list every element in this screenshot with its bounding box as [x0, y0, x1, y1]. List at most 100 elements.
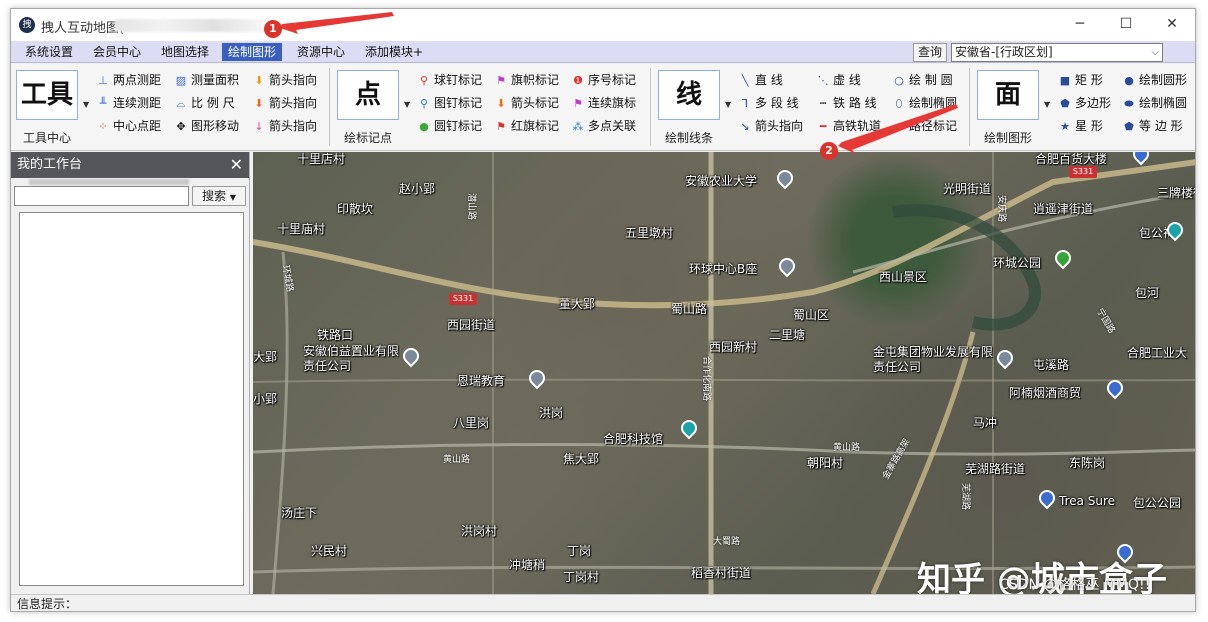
search-button[interactable]: 搜索 ▼	[192, 186, 246, 206]
numbered-circle-icon: ❶	[573, 74, 583, 87]
path-icon: ⤳	[894, 120, 904, 133]
area-icon: ▨	[175, 74, 187, 87]
straight-line-tool[interactable]: ╲ 直 线	[737, 71, 783, 89]
draw-point-button[interactable]: 点	[337, 70, 399, 120]
map-label: 逍遥津街道	[1033, 202, 1094, 216]
map-label: 合肥百货大楼	[1035, 152, 1108, 166]
draw-circle-line-tool[interactable]: ○ 绘 制 圆	[891, 71, 952, 89]
dropdown-arrow-icon[interactable]: ▼	[83, 100, 89, 109]
red-flag-marker-tool[interactable]: ⚑ 红旗标记	[493, 117, 559, 135]
arrow-line-tool[interactable]: ↘ 箭头指向	[737, 117, 803, 135]
center-point-distance-tool[interactable]: ⁘ 中心点距	[95, 117, 161, 135]
shape-move-tool[interactable]: ✥ 图形移动	[173, 117, 239, 135]
draw-ellipse-area-tool[interactable]: ⬬ 绘制椭圆	[1121, 94, 1187, 112]
tool-center-caption: 工具中心	[22, 131, 71, 145]
map-label: 焦大郢	[563, 452, 600, 466]
panel-blurred-text	[29, 179, 189, 185]
map-label: 赵小郢	[399, 182, 436, 196]
road-label: 潜山路	[466, 192, 477, 221]
road-shield: S331	[1069, 166, 1097, 178]
move-icon: ✥	[176, 120, 186, 133]
ellipse-icon: ⬯	[895, 97, 903, 110]
round-pin-marker-tool[interactable]: ● 圆钉标记	[416, 117, 482, 135]
region-select-value: 安徽省-[行政区划]	[955, 45, 1053, 59]
region-select[interactable]: 安徽省-[行政区划] ⌵	[951, 43, 1163, 62]
thumbtack-marker-tool[interactable]: ⚲ 图钉标记	[416, 94, 482, 112]
map-label: 稻香村街道	[691, 566, 752, 580]
multi-point-link-tool[interactable]: ⁂ 多点关联	[570, 117, 637, 135]
pushpin-icon: ●	[419, 120, 429, 133]
menu-map-select[interactable]: 地图选择	[155, 43, 215, 61]
status-label: 信息提示：	[17, 597, 78, 611]
query-button[interactable]: 查询	[913, 43, 947, 62]
path-marker-tool[interactable]: ⤳ 路径标记	[891, 117, 957, 135]
measure-area-tool[interactable]: ▨ 测量面积	[173, 71, 239, 89]
close-button[interactable]: ✕	[1149, 9, 1195, 39]
line-icon: ╲	[741, 74, 749, 87]
title-blurred-text	[115, 19, 263, 32]
arrow-pointer-tool-1[interactable]: ⬇ 箭头指向	[251, 71, 317, 89]
map-label: 环城公园	[993, 256, 1042, 270]
ruler-icon: ╨	[99, 97, 107, 110]
regular-polygon-tool[interactable]: ⬟ 等 边 形	[1121, 117, 1182, 135]
draw-ellipse-line-tool[interactable]: ⬯ 绘制椭圆	[891, 94, 957, 112]
map-label: 大郢	[253, 350, 278, 364]
scale-tool[interactable]: ⌓ 比 例 尺	[173, 94, 235, 112]
road-label: 安庆路	[996, 194, 1007, 223]
maximize-button[interactable]: ☐	[1103, 9, 1149, 39]
railway-line-tool[interactable]: ┅ 铁 路 线	[815, 94, 877, 112]
continuous-flag-tool[interactable]: ⚑ 连续旗标	[570, 94, 636, 112]
map-label: 恩瑞教育	[457, 374, 506, 388]
arrow-line-icon: ↘	[740, 120, 750, 133]
menu-resource-center[interactable]: 资源中心	[291, 43, 351, 61]
map-label: 丁岗	[567, 544, 592, 558]
dropdown-arrow-icon[interactable]: ▼	[404, 100, 410, 109]
polygon-tool[interactable]: ⬟ 多边形	[1057, 94, 1111, 112]
menu-member-center[interactable]: 会员中心	[87, 43, 147, 61]
search-input[interactable]	[14, 186, 189, 206]
draw-area-button[interactable]: 面	[977, 70, 1039, 120]
rectangle-tool[interactable]: ■ 矩 形	[1057, 71, 1103, 89]
menu-system-settings[interactable]: 系统设置	[19, 43, 79, 61]
map-label: 屯溪路	[1033, 358, 1070, 372]
map-label: 十里庙村	[277, 222, 326, 236]
satellite-map[interactable]: 十里店村 赵小郢 印散坎 十里庙村 安徽农业大学 五里墩村 环球中心B座 西山景…	[253, 152, 1195, 594]
filled-circle-icon: ●	[1124, 74, 1134, 87]
road-label: 合作化南路	[701, 355, 712, 402]
draw-circle-area-tool[interactable]: ● 绘制圆形	[1121, 71, 1187, 89]
map-label: 兴民村	[311, 544, 348, 558]
pentagon-icon: ⬟	[1124, 120, 1134, 133]
map-label: 安徽伯益置业有限责任公司	[303, 344, 400, 373]
dashed-line-tool[interactable]: ⋱ 虚 线	[815, 71, 861, 89]
tool-center-button[interactable]: 工具	[16, 70, 78, 120]
arrow-marker-tool[interactable]: ⬇ 箭头标记	[493, 94, 559, 112]
arrow-pointer-tool-2[interactable]: ⬇ 箭头指向	[251, 94, 317, 112]
workbench-panel: 我的工作台 ✕ 搜索 ▼	[11, 152, 250, 594]
map-label: 阿楠烟酒商贸	[1009, 386, 1082, 400]
dashed-line-icon: ⋱	[817, 74, 829, 87]
map-label: 蜀山路	[671, 302, 708, 316]
dropdown-arrow-icon[interactable]: ▼	[725, 100, 731, 109]
flag-marker-tool[interactable]: ⚑ 旗帜标记	[493, 71, 559, 89]
polyline-tool[interactable]: ⅂ 多 段 线	[737, 94, 799, 112]
ball-pin-marker-tool[interactable]: ⚲ 球钉标记	[416, 71, 482, 89]
road-label: 大蜀路	[713, 537, 741, 547]
network-icon: ⁂	[572, 120, 584, 133]
arrow-pointer-tool-3[interactable]: ↓ 箭头指向	[251, 117, 317, 135]
workbench-tree[interactable]	[19, 212, 244, 586]
close-icon[interactable]: ✕	[230, 152, 243, 178]
dropdown-arrow-icon[interactable]: ▼	[1044, 100, 1050, 109]
rail-track-icon: ━	[819, 120, 827, 133]
draw-line-button[interactable]: 线	[658, 70, 720, 120]
menu-draw-shapes[interactable]: 绘制图形	[222, 43, 283, 61]
number-marker-tool[interactable]: ❶ 序号标记	[570, 71, 636, 89]
two-point-distance-tool[interactable]: ⊥ 两点测距	[95, 71, 161, 89]
map-label: 三牌楼街	[1157, 186, 1195, 200]
star-tool[interactable]: ★ 星 形	[1057, 117, 1103, 135]
map-label: 二里塘	[769, 328, 806, 342]
menu-add-module[interactable]: 添加模块+	[359, 43, 429, 61]
high-speed-rail-tool[interactable]: ━ 高铁轨道	[815, 117, 881, 135]
minimize-button[interactable]: ─	[1057, 9, 1103, 39]
red-flag-icon: ⚑	[496, 120, 506, 133]
continuous-distance-tool[interactable]: ╨ 连续测距	[95, 94, 161, 112]
